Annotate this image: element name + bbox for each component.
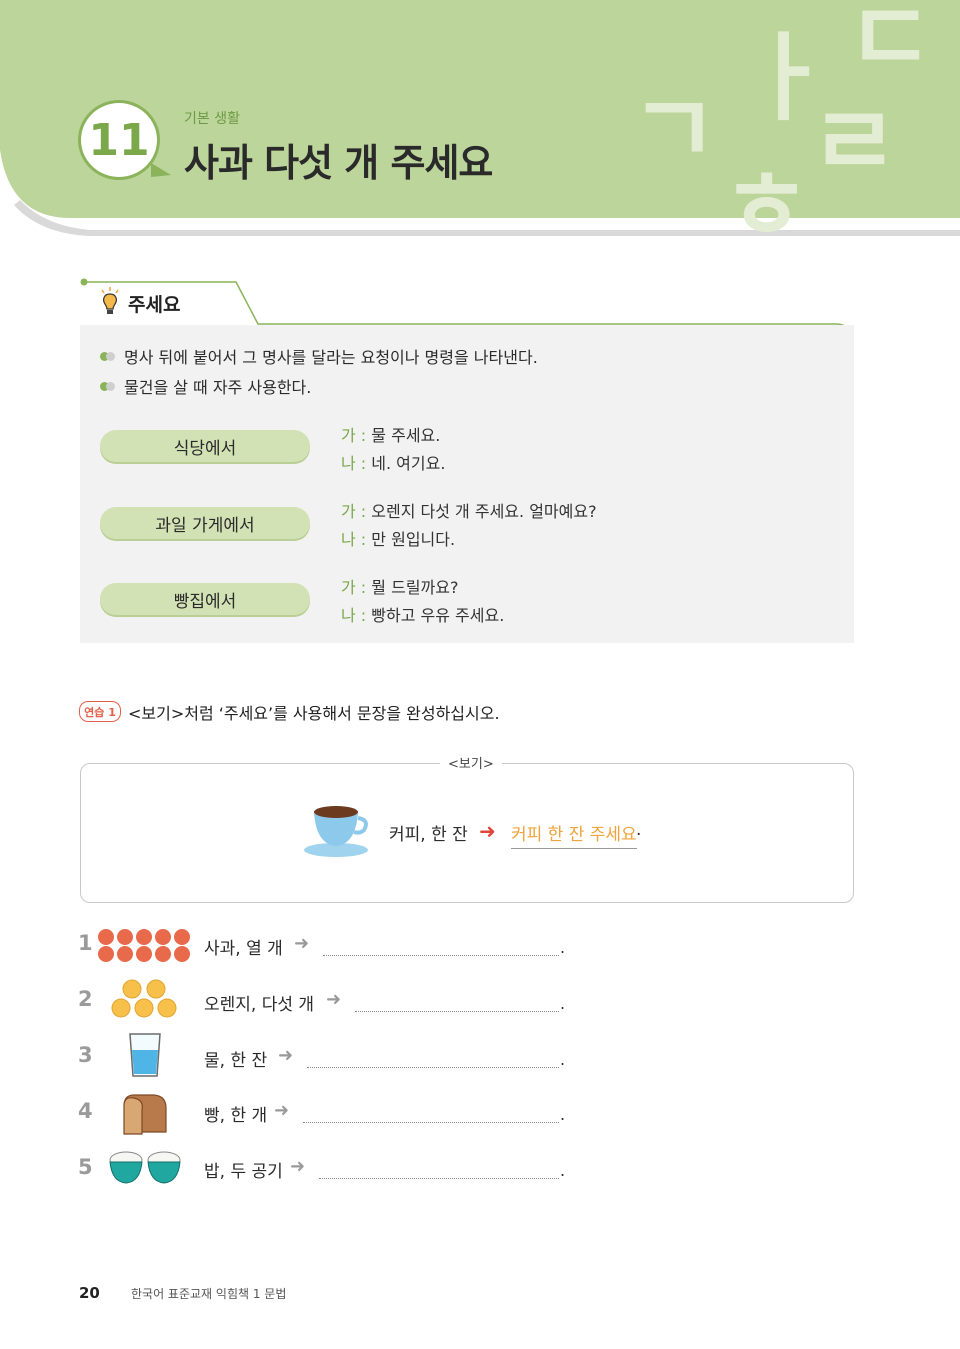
- dialog-text: 물 주세요.: [366, 426, 441, 445]
- arrow-icon: ➜: [294, 933, 310, 954]
- bullet-dot-icon: [100, 352, 116, 361]
- item-period: .: [560, 1105, 566, 1124]
- oranges-icon: [111, 979, 177, 1018]
- water-glass-icon: [129, 1033, 161, 1077]
- dialog-line: 나 : 빵하고 우유 주세요.: [341, 602, 504, 626]
- arrow-icon: ➜: [326, 989, 342, 1010]
- answer-blank[interactable]: [303, 1122, 559, 1123]
- dialog-line: 가 : 오렌지 다섯 개 주세요. 얼마예요?: [341, 498, 597, 522]
- speaker-label: 나 :: [341, 530, 367, 549]
- section-title: 주세요: [128, 294, 181, 316]
- item-period: .: [560, 1050, 566, 1069]
- example-prompt: 커피, 한 잔: [389, 825, 468, 845]
- bullet-text: 물건을 살 때 자주 사용한다.: [124, 378, 312, 397]
- answer-blank[interactable]: [307, 1067, 559, 1068]
- item-prompt: 오렌지, 다섯 개: [204, 995, 315, 1015]
- deco-letter-hieut: ㅎ: [722, 150, 811, 262]
- dialog-line: 가 : 물 주세요.: [341, 422, 440, 446]
- arrow-icon: ➜: [274, 1100, 290, 1121]
- grammar-bullet: 물건을 살 때 자주 사용한다.: [100, 374, 311, 398]
- example-period: .: [636, 820, 642, 840]
- grammar-bullet: 명사 뒤에 붙어서 그 명사를 달라는 요청이나 명령을 나타낸다.: [100, 344, 538, 368]
- item-prompt: 물, 한 잔: [204, 1051, 268, 1071]
- lesson-category: 기본 생활: [184, 111, 240, 127]
- arrow-icon: ➜: [278, 1045, 294, 1066]
- bread-icon: [123, 1094, 167, 1135]
- dialog-text: 뭘 드릴까요?: [366, 578, 459, 597]
- dialog-text: 네. 여기요.: [366, 454, 446, 473]
- deco-letter-rieul: ㄹ: [810, 86, 899, 198]
- speaker-label: 가 :: [341, 502, 367, 521]
- red-arrow-icon: ➜: [479, 819, 496, 843]
- item-number: 2: [78, 987, 93, 1011]
- coffee-cup-icon: [304, 806, 368, 857]
- item-number: 3: [78, 1043, 93, 1067]
- answer-blank[interactable]: [319, 1178, 559, 1179]
- bullet-dot-icon: [100, 382, 116, 391]
- place-label-restaurant: 식당에서: [100, 430, 310, 462]
- deco-letter-giyeok: ㄱ: [630, 74, 719, 186]
- bullet-text: 명사 뒤에 붙어서 그 명사를 달라는 요청이나 명령을 나타낸다.: [124, 348, 538, 367]
- lesson-number: 11: [88, 114, 150, 166]
- practice-badge: 연습 1: [79, 701, 121, 722]
- item-period: .: [560, 1161, 566, 1180]
- item-period: .: [560, 994, 566, 1013]
- dialog-line: 가 : 뭘 드릴까요?: [341, 574, 458, 598]
- dialog-text: 빵하고 우유 주세요.: [366, 606, 505, 625]
- item-number: 5: [78, 1155, 93, 1179]
- item-period: .: [560, 938, 566, 957]
- apples-icon: [98, 929, 190, 962]
- dialog-text: 오렌지 다섯 개 주세요. 얼마예요?: [366, 502, 597, 521]
- answer-blank[interactable]: [323, 955, 559, 956]
- speaker-label: 가 :: [341, 426, 367, 445]
- page-number: 20: [79, 1284, 100, 1302]
- lightbulb-icon: [101, 287, 119, 314]
- speaker-label: 나 :: [341, 454, 367, 473]
- lesson-header: ㄱ ㅏ ㄷ ㄹ ㅎ 11 기본 생활 사과 다섯 개 주세요: [0, 0, 960, 262]
- lesson-title: 사과 다섯 개 주세요: [184, 141, 493, 185]
- example-answer: 커피 한 잔 주세요: [511, 825, 637, 845]
- item-number: 4: [78, 1099, 93, 1123]
- place-label-fruit-store: 과일 가게에서: [100, 507, 310, 539]
- place-label-bakery: 빵집에서: [100, 583, 310, 615]
- speaker-label: 가 :: [341, 578, 367, 597]
- item-number: 1: [78, 931, 93, 955]
- rice-bowls-icon: [109, 1151, 181, 1184]
- answer-blank[interactable]: [355, 1011, 559, 1012]
- item-prompt: 사과, 열 개: [204, 939, 283, 959]
- dialog-line: 나 : 만 원입니다.: [341, 526, 455, 550]
- example-label: <보기>: [440, 753, 502, 772]
- practice-instruction: <보기>처럼 ‘주세요’를 사용해서 문장을 완성하십시오.: [128, 704, 500, 723]
- item-prompt: 밥, 두 공기: [204, 1162, 283, 1182]
- answer-underline: [511, 848, 637, 849]
- arrow-icon: ➜: [290, 1156, 306, 1177]
- book-title: 한국어 표준교재 익힘책 1 문법: [131, 1287, 287, 1301]
- item-prompt: 빵, 한 개: [204, 1106, 268, 1126]
- dialog-line: 나 : 네. 여기요.: [341, 450, 445, 474]
- dialog-text: 만 원입니다.: [366, 530, 456, 549]
- speaker-label: 나 :: [341, 606, 367, 625]
